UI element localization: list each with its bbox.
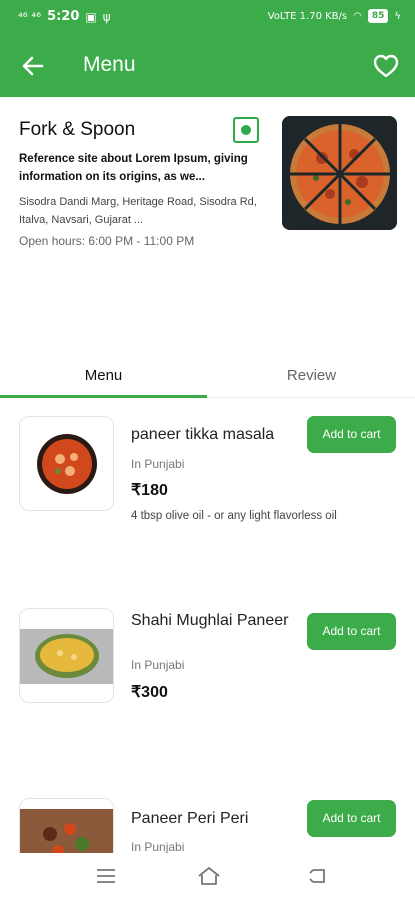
home-icon[interactable] [196,865,220,887]
status-bar: ⁴⁶ ⁴⁶ 5:20 ▣ ψ VoLTE 1.70 KB/s ◠ 85 ϟ [0,0,415,34]
tab-menu[interactable]: Menu [0,356,207,398]
restaurant-info: Fork & Spoon Reference site about Lorem … [0,97,415,347]
menu-review-tabs: Menu Review [0,356,415,398]
add-to-cart-button[interactable]: Add to cart [307,416,396,453]
restaurant-image [282,116,397,230]
menu-item-image [19,608,114,703]
menu-item-name: Shahi Mughlai Paneer [131,612,289,629]
menu-item-price: ₹300 [131,684,168,701]
signal-icons: ⁴⁶ ⁴⁶ [18,9,42,24]
add-to-cart-button[interactable]: Add to cart [307,613,396,650]
system-nav-bar [0,853,415,900]
veg-indicator-icon [233,117,259,143]
favorite-heart-icon[interactable] [371,51,401,81]
charging-icon: ϟ [394,10,401,22]
page-title: Menu [83,53,136,76]
tab-menu-label: Menu [84,367,123,384]
menu-item-name: Paneer Peri Peri [131,810,249,827]
back-icon[interactable] [306,865,330,887]
back-arrow-icon[interactable] [18,51,48,81]
menu-item-list: paneer tikka masala In Punjabi ₹180 4 tb… [0,398,415,853]
menu-item-image [19,416,114,511]
restaurant-description: Reference site about Lorem Ipsum, giving… [19,153,248,183]
menu-item-note: 4 tbsp olive oil - or any light flavorle… [131,510,337,522]
notification-icon: ▣ [85,9,97,24]
status-time: 5:20 [47,9,80,24]
restaurant-address: Sisodra Dandi Marg, Heritage Road, Sisod… [19,196,257,226]
network-speed: VoLTE 1.70 KB/s [267,10,348,22]
usb-icon: ψ [102,9,111,24]
open-hours: Open hours: 6:00 PM - 11:00 PM [19,234,195,248]
restaurant-name: Fork & Spoon [19,119,136,140]
add-to-cart-button[interactable]: Add to cart [307,800,396,837]
menu-icon[interactable] [94,865,118,887]
menu-item-name: paneer tikka masala [131,426,275,443]
tab-review[interactable]: Review [208,356,415,398]
menu-item-image [19,798,114,853]
status-right: VoLTE 1.70 KB/s ◠ 85 ϟ [268,9,401,23]
menu-item-cuisine: In Punjabi [131,457,185,471]
menu-item-cuisine: In Punjabi [131,840,185,853]
status-left: ⁴⁶ ⁴⁶ 5:20 ▣ ψ [18,9,111,24]
wifi-icon: ◠ [353,10,362,22]
menu-item-price: ₹180 [131,482,168,499]
menu-item-cuisine: In Punjabi [131,658,185,672]
battery-level: 85 [367,9,389,23]
app-bar: Menu [0,34,415,97]
tab-review-label: Review [286,367,337,384]
